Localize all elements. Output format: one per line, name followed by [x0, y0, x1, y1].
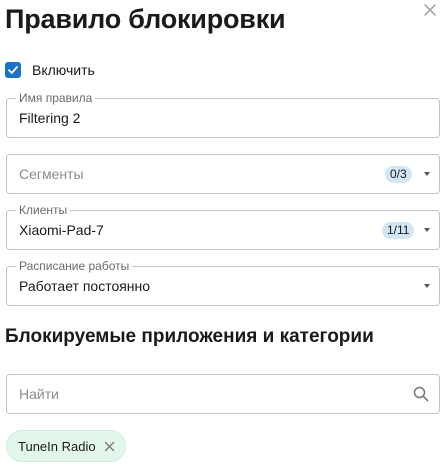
chevron-down-icon: [424, 228, 430, 232]
segments-count-badge: 0/3: [385, 166, 412, 183]
schedule-legend: Расписание работы: [16, 259, 133, 273]
clients-count-badge: 1/11: [382, 222, 415, 239]
search-icon[interactable]: [413, 386, 429, 402]
segments-placeholder: Сегменты: [19, 166, 84, 182]
rule-name-legend: Имя правила: [16, 91, 96, 105]
app-chip-tunein-radio: TuneIn Radio: [6, 430, 126, 462]
clients-value: Xiaomi-Pad-7: [19, 222, 104, 238]
dialog-title: Правило блокировки: [5, 4, 286, 34]
chip-label: TuneIn Radio: [18, 438, 96, 454]
schedule-value: Работает постоянно: [19, 278, 151, 294]
search-placeholder: Найти: [19, 386, 59, 402]
apps-section-title: Блокируемые приложения и категории: [5, 326, 374, 347]
remove-chip-icon[interactable]: [104, 441, 115, 452]
close-icon[interactable]: [423, 3, 437, 17]
apps-search-input[interactable]: Найти: [6, 374, 440, 414]
rule-name-field[interactable]: Имя правила Filtering 2: [6, 91, 440, 138]
enable-checkbox[interactable]: [5, 62, 21, 78]
segments-select[interactable]: Сегменты 0/3: [6, 154, 440, 194]
clients-legend: Клиенты: [16, 203, 71, 217]
checkmark-icon: [8, 66, 18, 74]
clients-select[interactable]: Клиенты Xiaomi-Pad-7 1/11: [6, 203, 440, 250]
schedule-select[interactable]: Расписание работы Работает постоянно: [6, 259, 440, 306]
enable-label: Включить: [32, 62, 95, 78]
chevron-down-icon: [424, 284, 430, 288]
rule-name-value: Filtering 2: [19, 110, 81, 126]
enable-checkbox-row[interactable]: Включить: [5, 62, 95, 78]
chevron-down-icon: [424, 172, 430, 176]
